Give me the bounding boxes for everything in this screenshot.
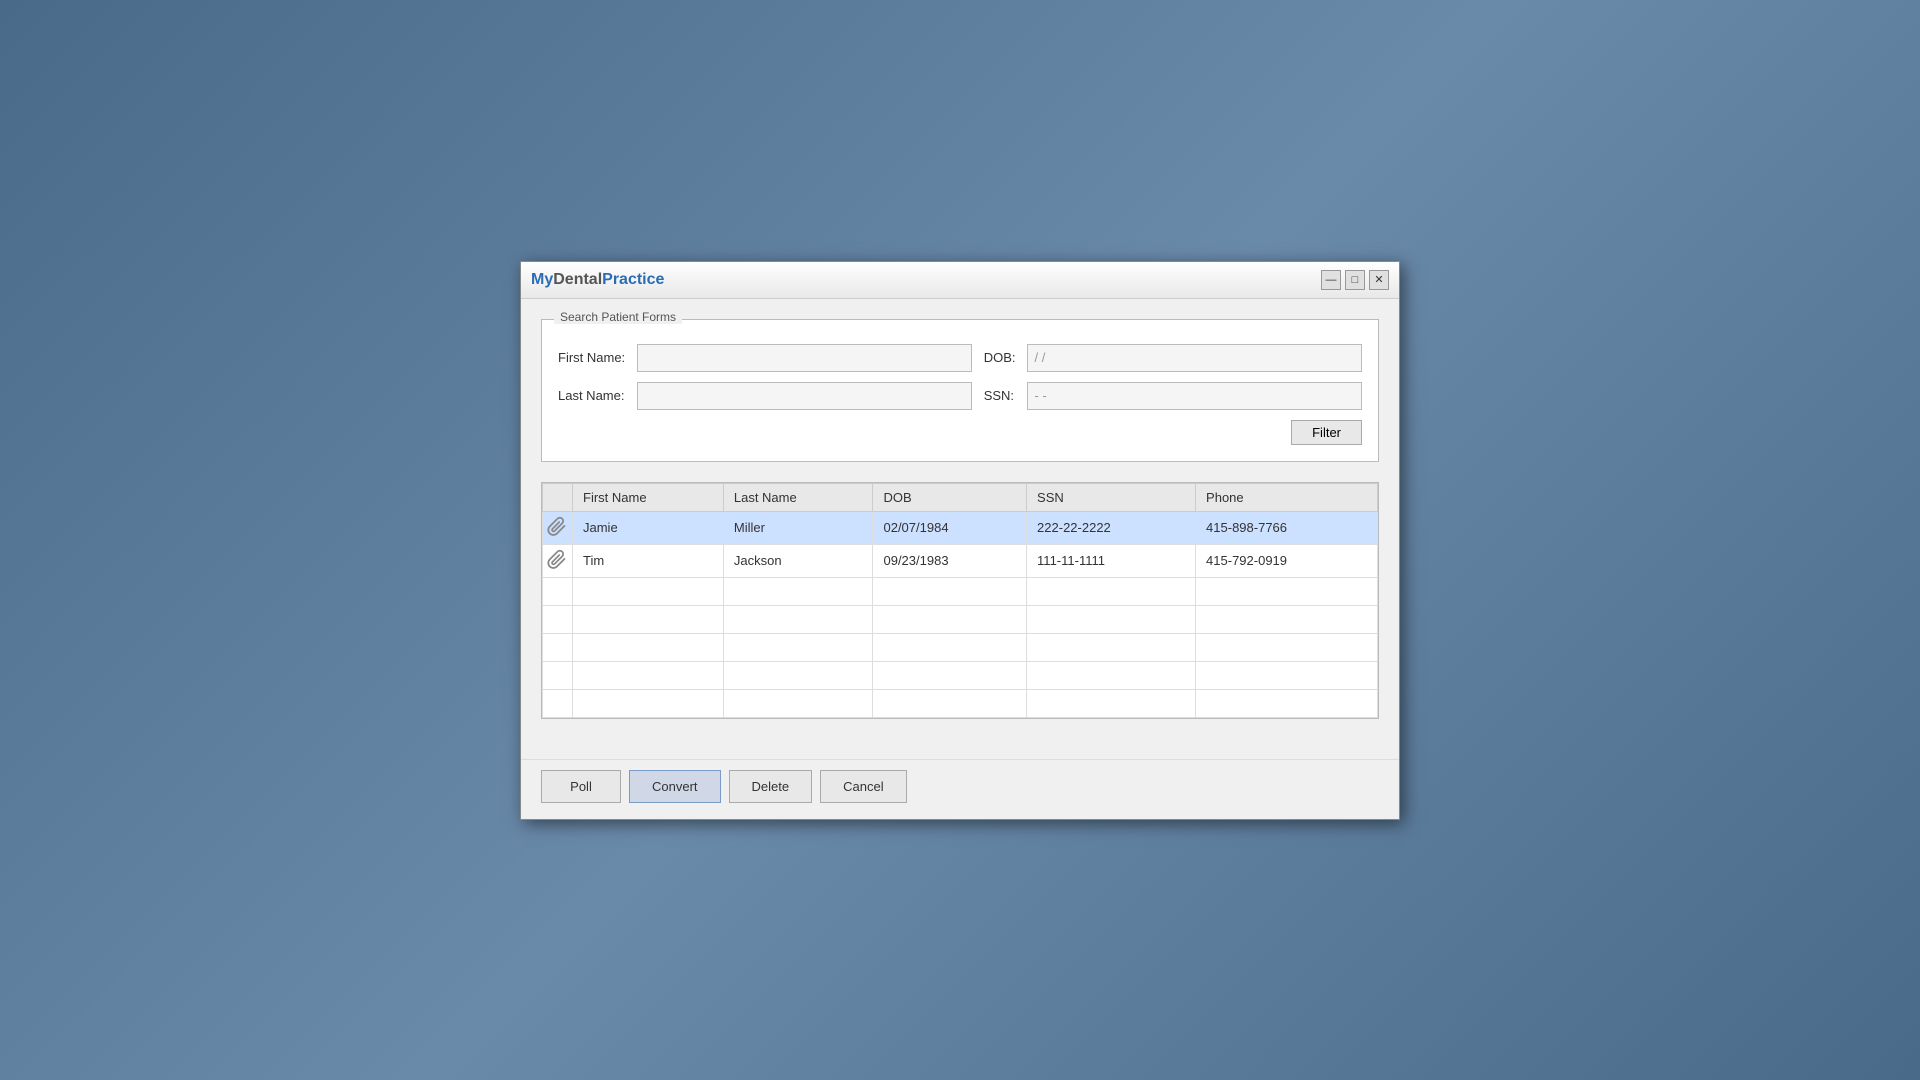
table-cell-empty — [723, 689, 873, 717]
table-cell: 09/23/1983 — [873, 544, 1027, 577]
table-cell: 415-898-7766 — [1196, 511, 1378, 544]
footer-buttons: Poll Convert Delete Cancel — [521, 759, 1399, 819]
ssn-label: SSN: — [984, 388, 1016, 403]
cancel-button[interactable]: Cancel — [820, 770, 906, 803]
close-button[interactable]: ✕ — [1369, 270, 1389, 290]
attachment-icon — [547, 525, 568, 540]
maximize-button[interactable]: □ — [1345, 270, 1365, 290]
table-cell-empty — [1196, 633, 1378, 661]
filter-row: Filter — [558, 420, 1362, 445]
table-cell-empty — [1196, 577, 1378, 605]
first-name-input[interactable] — [637, 344, 972, 372]
table-cell-empty — [573, 661, 724, 689]
dob-value: / / — [1034, 350, 1045, 365]
table-cell-empty — [873, 661, 1027, 689]
table-cell-empty — [1027, 605, 1196, 633]
table-cell-empty — [1027, 633, 1196, 661]
table-cell-empty — [1027, 577, 1196, 605]
table-cell-empty — [573, 689, 724, 717]
table-cell-empty — [1027, 661, 1196, 689]
table-cell-empty — [543, 689, 573, 717]
main-window: MyDentalPractice — □ ✕ Search Patient Fo… — [520, 261, 1400, 820]
table-cell: Tim — [573, 544, 724, 577]
table-cell: 02/07/1984 — [873, 511, 1027, 544]
logo-dental: Dental — [553, 271, 602, 288]
table-cell-empty — [543, 577, 573, 605]
table-cell-empty — [873, 633, 1027, 661]
table-cell: Miller — [723, 511, 873, 544]
table-cell-empty — [1027, 689, 1196, 717]
table-cell-empty — [573, 605, 724, 633]
window-controls: — □ ✕ — [1321, 270, 1389, 290]
table-cell: 222-22-2222 — [1027, 511, 1196, 544]
dob-label: DOB: — [984, 350, 1016, 365]
search-legend: Search Patient Forms — [554, 310, 682, 324]
filter-button[interactable]: Filter — [1291, 420, 1362, 445]
row-icon-cell — [543, 544, 573, 577]
poll-button[interactable]: Poll — [541, 770, 621, 803]
table-cell-empty — [543, 605, 573, 633]
table-row[interactable]: JamieMiller02/07/1984222-22-2222415-898-… — [543, 511, 1378, 544]
table-cell-empty — [1196, 605, 1378, 633]
patient-table: First Name Last Name DOB SSN Phone Jamie… — [542, 483, 1378, 718]
convert-button[interactable]: Convert — [629, 770, 721, 803]
col-dob: DOB — [873, 483, 1027, 511]
table-cell-empty — [723, 577, 873, 605]
app-logo: MyDentalPractice — [531, 271, 664, 289]
search-section: Search Patient Forms First Name: DOB: / … — [541, 319, 1379, 462]
col-icon — [543, 483, 573, 511]
table-cell-empty — [723, 605, 873, 633]
table-cell-empty — [1196, 661, 1378, 689]
search-form: First Name: DOB: / / Last Name: SSN: - - — [558, 336, 1362, 410]
minimize-button[interactable]: — — [1321, 270, 1341, 290]
ssn-field: - - — [1027, 382, 1362, 410]
table-cell-empty — [873, 577, 1027, 605]
table-section: First Name Last Name DOB SSN Phone Jamie… — [541, 482, 1379, 719]
table-row-empty — [543, 577, 1378, 605]
row-icon-cell — [543, 511, 573, 544]
attachment-icon — [547, 558, 568, 573]
table-row-empty — [543, 605, 1378, 633]
table-row-empty — [543, 633, 1378, 661]
table-cell-empty — [873, 605, 1027, 633]
col-last-name: Last Name — [723, 483, 873, 511]
table-cell: 111-11-1111 — [1027, 544, 1196, 577]
col-phone: Phone — [1196, 483, 1378, 511]
logo-my: My — [531, 271, 553, 288]
window-body: Search Patient Forms First Name: DOB: / … — [521, 299, 1399, 759]
table-cell-empty — [1196, 689, 1378, 717]
ssn-value: - - — [1034, 388, 1046, 403]
table-cell: Jackson — [723, 544, 873, 577]
logo-practice: Practice — [602, 271, 664, 288]
table-cell-empty — [873, 689, 1027, 717]
dob-field: / / — [1027, 344, 1362, 372]
title-bar: MyDentalPractice — □ ✕ — [521, 262, 1399, 299]
table-row[interactable]: TimJackson09/23/1983111-11-1111415-792-0… — [543, 544, 1378, 577]
col-first-name: First Name — [573, 483, 724, 511]
table-cell-empty — [723, 661, 873, 689]
delete-button[interactable]: Delete — [729, 770, 813, 803]
first-name-label: First Name: — [558, 350, 625, 365]
table-cell-empty — [573, 577, 724, 605]
last-name-label: Last Name: — [558, 388, 625, 403]
table-cell: Jamie — [573, 511, 724, 544]
table-cell-empty — [543, 633, 573, 661]
table-row-empty — [543, 689, 1378, 717]
table-cell-empty — [573, 633, 724, 661]
table-cell: 415-792-0919 — [1196, 544, 1378, 577]
table-header-row: First Name Last Name DOB SSN Phone — [543, 483, 1378, 511]
last-name-input[interactable] — [637, 382, 972, 410]
table-row-empty — [543, 661, 1378, 689]
table-cell-empty — [543, 661, 573, 689]
col-ssn: SSN — [1027, 483, 1196, 511]
table-cell-empty — [723, 633, 873, 661]
